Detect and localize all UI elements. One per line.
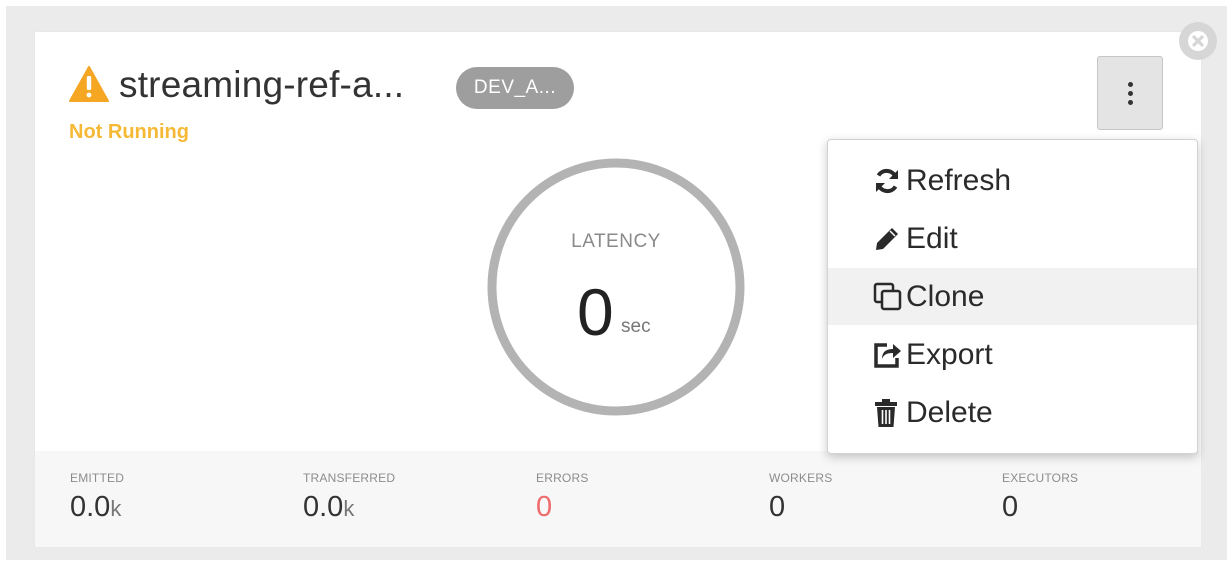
metric-label: EXECUTORS [1002, 471, 1079, 485]
menu-item-label: Export [906, 337, 993, 371]
menu-item-label: Edit [906, 221, 958, 255]
metric-value: 0 [1002, 491, 1019, 523]
menu-item-refresh[interactable]: Refresh [828, 152, 1197, 209]
namespace-badge: DEV_A... [456, 67, 574, 109]
metric-executors: EXECUTORS 0 [1002, 471, 1078, 524]
topology-title[interactable]: streaming-ref-a... [119, 64, 404, 106]
metric-value: 0.0k [303, 491, 355, 523]
metric-value: 0.0k [70, 491, 122, 523]
menu-item-clone[interactable]: Clone [828, 268, 1197, 325]
warning-icon [69, 66, 109, 102]
latency-label: LATENCY [571, 231, 661, 252]
metric-label: EMITTED [70, 471, 125, 485]
metric-transferred: TRANSFERRED 0.0k [303, 471, 395, 524]
export-icon [872, 339, 906, 371]
metric-workers: WORKERS 0 [769, 471, 832, 524]
clone-icon [872, 281, 906, 313]
close-icon[interactable] [1179, 22, 1217, 60]
status-text: Not Running [69, 121, 189, 143]
metric-emitted: EMITTED 0.0k [70, 471, 124, 524]
more-options-button[interactable] [1097, 56, 1163, 130]
metric-value: 0 [536, 491, 553, 523]
metric-value: 0 [769, 491, 786, 523]
vertical-ellipsis-icon [1127, 81, 1133, 87]
latency-value: 0 [577, 275, 614, 349]
metric-errors: ERRORS 0 [536, 471, 589, 524]
menu-item-label: Delete [906, 395, 993, 429]
pencil-icon [872, 223, 906, 255]
latency-unit: sec [621, 316, 651, 337]
menu-item-label: Clone [906, 279, 985, 313]
latency-gauge-ring [487, 158, 745, 416]
metric-label: TRANSFERRED [303, 471, 396, 485]
menu-item-label: Refresh [906, 163, 1012, 197]
options-dropdown-menu: Refresh Edit Clone Export Delete [827, 139, 1198, 454]
metric-label: WORKERS [769, 471, 833, 485]
menu-item-delete[interactable]: Delete [828, 384, 1197, 441]
trash-icon [872, 397, 906, 429]
metric-label: ERRORS [536, 471, 589, 485]
refresh-icon [872, 165, 906, 197]
menu-item-edit[interactable]: Edit [828, 210, 1197, 267]
menu-item-export[interactable]: Export [828, 326, 1197, 383]
